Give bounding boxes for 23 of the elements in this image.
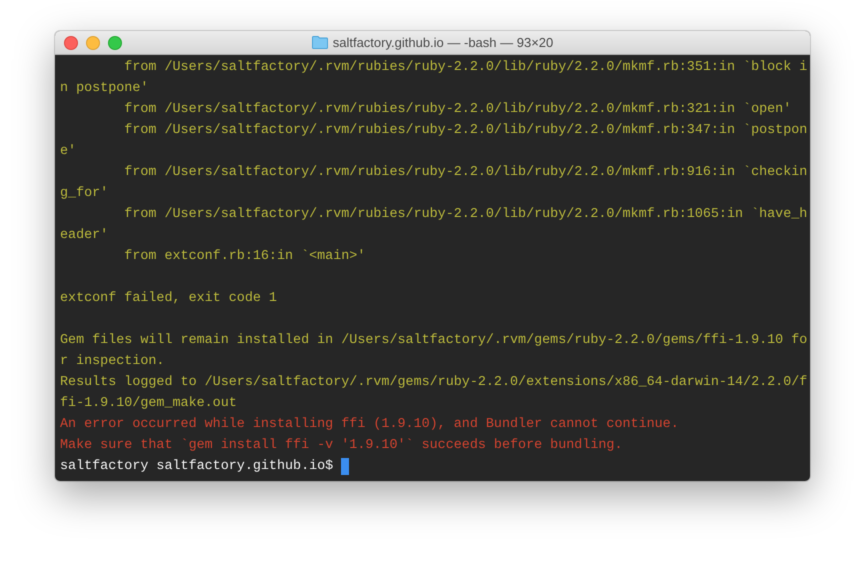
terminal-output: e' (60, 143, 76, 160)
error-message: Make sure that `gem install ffi -v '1.9.10'` succeeds before bundling. (60, 437, 622, 454)
terminal-output: from /Users/saltfactory/.rvm/rubies/ruby-2.2.0/lib/ruby/2.2.0/mkmf.rb:321:in `open' (123, 101, 792, 118)
terminal-output: from extconf.rb:16:in `<main>' (123, 248, 366, 265)
minimize-button[interactable] (86, 36, 100, 50)
terminal-output: fi-1.9.10/gem_make.out (60, 395, 237, 412)
terminal-output: n postpone' (60, 80, 148, 97)
terminal-output: extconf failed, exit code 1 (60, 290, 277, 307)
terminal-output: from /Users/saltfactory/.rvm/rubies/ruby-2.2.0/lib/ruby/2.2.0/mkmf.rb:351:in `block i (123, 59, 808, 76)
terminal-output: eader' (60, 227, 108, 244)
terminal-output: from /Users/saltfactory/.rvm/rubies/ruby-2.2.0/lib/ruby/2.2.0/mkmf.rb:1065:in `have_h (123, 206, 808, 223)
window-title: saltfactory.github.io — -bash — 93×20 (332, 35, 554, 50)
terminal-output: r inspection. (60, 353, 164, 370)
prompt-text: saltfactory saltfactory.github.io$ (60, 458, 334, 475)
error-message: An error occurred while installing ffi (1.9.10), and Bundler cannot continue. (60, 416, 679, 433)
folder-icon (312, 36, 328, 49)
close-button[interactable] (64, 36, 78, 50)
zoom-button[interactable] (108, 36, 122, 50)
terminal-output: from /Users/saltfactory/.rvm/rubies/ruby-2.2.0/lib/ruby/2.2.0/mkmf.rb:347:in `postpon (123, 122, 808, 139)
terminal-output: Results logged to /Users/saltfactory/.rvm/gems/ruby-2.2.0/extensions/x86_64-darwin-14/2.2.0/f (60, 374, 808, 391)
terminal-output: from /Users/saltfactory/.rvm/rubies/ruby-2.2.0/lib/ruby/2.2.0/mkmf.rb:916:in `checkin (123, 164, 808, 181)
terminal-output: g_for' (60, 185, 108, 202)
terminal-output: Gem files will remain installed in /Users/saltfactory/.rvm/gems/ruby-2.2.0/gems/ffi-1.9.10 fo (60, 332, 808, 349)
